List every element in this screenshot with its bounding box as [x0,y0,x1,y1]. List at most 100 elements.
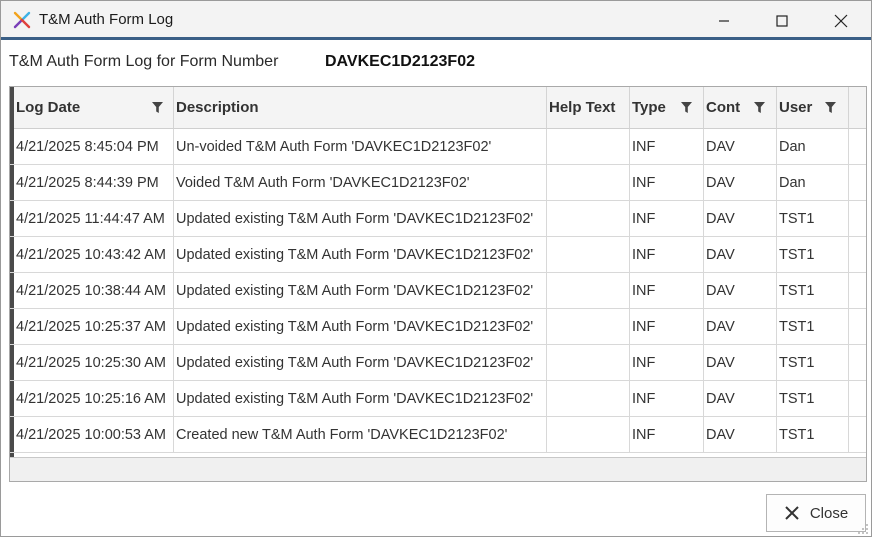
window-close-button[interactable] [812,1,870,40]
close-button[interactable]: Close [766,494,866,532]
cell-help-text [547,345,630,381]
cell-filler [849,237,866,273]
form-number-value: DAVKEC1D2123F02 [325,53,475,70]
close-button-label: Close [809,504,849,522]
column-header-label: Log Date [16,99,81,116]
cell-user: TST1 [777,237,849,273]
cell-help-text [547,237,630,273]
cell-description: Created new T&M Auth Form 'DAVKEC1D2123F… [174,417,547,453]
maximize-button[interactable] [753,1,811,40]
column-header-type[interactable]: Type [630,87,704,129]
close-icon [834,14,848,27]
maximize-icon [776,14,788,27]
cell-user: TST1 [777,381,849,417]
cell-log-date: 4/21/2025 8:44:39 PM [14,165,174,201]
cell-help-text [547,417,630,453]
filter-icon[interactable] [152,102,163,114]
table-row[interactable]: 4/21/2025 11:44:47 AM Updated existing T&… [10,201,866,237]
table-row[interactable]: 4/21/2025 10:25:37 AM Updated existing T&… [10,309,866,345]
table-row[interactable]: 4/21/2025 10:43:42 AM Updated existing T&… [10,237,866,273]
cell-user: Dan [777,129,849,165]
cell-user: TST1 [777,309,849,345]
table-row[interactable]: 4/21/2025 8:45:04 PM Un-voided T&M Auth F… [10,129,866,165]
column-header-help-text[interactable]: Help Text [547,87,630,129]
cell-filler [849,165,866,201]
cell-help-text [547,309,630,345]
cell-filler [849,129,866,165]
cell-type: INF [630,417,704,453]
cell-type: INF [630,273,704,309]
cell-type: INF [630,345,704,381]
cell-user: Dan [777,165,849,201]
column-header-description[interactable]: Description [174,87,547,129]
cell-log-date: 4/21/2025 10:25:30 AM [14,345,174,381]
table-row[interactable]: 4/21/2025 8:44:39 PM Voided T&M Auth Form… [10,165,866,201]
column-header-log-date[interactable]: Log Date [14,87,174,129]
cell-help-text [547,273,630,309]
cell-description: Updated existing T&M Auth Form 'DAVKEC1D… [174,381,547,417]
cell-cont: DAV [704,201,777,237]
minimize-icon [719,19,729,22]
cell-type: INF [630,129,704,165]
table-row[interactable]: 4/21/2025 10:00:53 AM Created new T&M Aut… [10,417,866,453]
cell-description: Updated existing T&M Auth Form 'DAVKEC1D… [174,309,547,345]
cell-filler [849,417,866,453]
cell-filler [849,309,866,345]
cell-cont: DAV [704,273,777,309]
table-row[interactable]: 4/21/2025 10:38:44 AM Updated existing T&… [10,273,866,309]
table-row[interactable]: 4/21/2025 10:25:30 AM Updated existing T&… [10,345,866,381]
cell-description: Un-voided T&M Auth Form 'DAVKEC1D2123F02… [174,129,547,165]
filter-icon[interactable] [825,102,836,114]
window-title: T&M Auth Form Log [39,11,174,28]
cell-help-text [547,201,630,237]
column-header-label: Help Text [549,99,616,116]
cell-type: INF [630,201,704,237]
cell-description: Updated existing T&M Auth Form 'DAVKEC1D… [174,273,547,309]
cell-user: TST1 [777,273,849,309]
cell-filler [849,273,866,309]
column-header-filler [849,87,866,129]
column-header-user[interactable]: User [777,87,849,129]
filter-icon[interactable] [681,102,692,114]
cell-user: TST1 [777,417,849,453]
cell-cont: DAV [704,309,777,345]
cell-help-text [547,129,630,165]
form-number-label: T&M Auth Form Log for Form Number [9,53,279,70]
cell-cont: DAV [704,345,777,381]
cell-help-text [547,381,630,417]
filter-icon[interactable] [754,102,765,114]
app-logo-icon [13,11,31,29]
close-icon [785,506,799,520]
cell-cont: DAV [704,417,777,453]
column-header-cont[interactable]: Cont [704,87,777,129]
cell-help-text [547,165,630,201]
column-header-label: Cont [706,99,741,116]
cell-type: INF [630,237,704,273]
grid-footer [10,457,866,481]
cell-description: Updated existing T&M Auth Form 'DAVKEC1D… [174,237,547,273]
column-header-label: Type [632,99,666,116]
title-bar[interactable]: T&M Auth Form Log [1,1,871,40]
minimize-button[interactable] [695,1,753,40]
cell-type: INF [630,165,704,201]
cell-user: TST1 [777,345,849,381]
column-header-label: User [779,99,813,116]
column-header-label: Description [176,99,259,116]
log-grid[interactable]: Log Date Description Help Text Type Cont User… [9,86,867,482]
dialog-window: T&M Auth Form Log T&M Auth Form Log for … [0,0,872,537]
cell-type: INF [630,309,704,345]
cell-cont: DAV [704,129,777,165]
cell-cont: DAV [704,165,777,201]
cell-log-date: 4/21/2025 10:00:53 AM [14,417,174,453]
cell-filler [849,381,866,417]
cell-type: INF [630,381,704,417]
cell-user: TST1 [777,201,849,237]
cell-description: Voided T&M Auth Form 'DAVKEC1D2123F02' [174,165,547,201]
table-row[interactable]: 4/21/2025 10:25:16 AM Updated existing T&… [10,381,866,417]
cell-filler [849,201,866,237]
cell-filler [849,345,866,381]
cell-log-date: 4/21/2025 11:44:47 AM [14,201,174,237]
cell-cont: DAV [704,237,777,273]
resize-grip-icon[interactable] [857,523,869,535]
cell-log-date: 4/21/2025 10:38:44 AM [14,273,174,309]
